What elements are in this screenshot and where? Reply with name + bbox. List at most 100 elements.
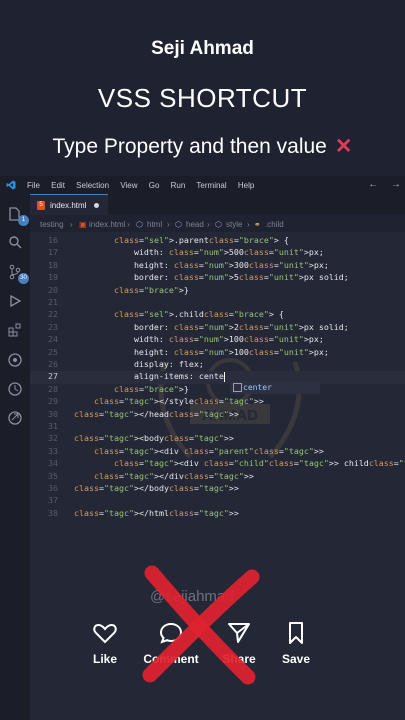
vscode-logo-icon <box>6 180 16 190</box>
line-number: 21 <box>48 297 58 307</box>
search-icon[interactable] <box>7 234 23 250</box>
tab-index-html[interactable]: 5 index.html <box>30 194 108 215</box>
code-line[interactable]: 26 display: flex; <box>30 359 405 371</box>
breadcrumb-sep: › <box>207 220 210 229</box>
save-button[interactable]: Save <box>256 620 336 666</box>
code-text: class="tagc"></bodyclass="tagc">> <box>74 483 239 493</box>
breadcrumb-style[interactable]: style <box>226 220 242 229</box>
github-icon[interactable] <box>7 352 23 368</box>
video-header: Seji Ahmad VSS SHORTCUT Type Property an… <box>0 0 405 176</box>
code-line[interactable]: 29 class="tagc"></styleclass="tagc">> <box>30 396 405 408</box>
code-text: class="tagc"><div class="parent"class="t… <box>93 445 324 456</box>
code-editor[interactable]: AHMAD 16 class="sel">.parentclass="brace… <box>30 232 405 532</box>
video-title: VSS SHORTCUT <box>97 83 308 113</box>
menu-file[interactable]: File <box>27 181 40 190</box>
code-line[interactable]: 30 class="tagc"></headclass="tagc">> <box>30 409 405 421</box>
line-number: 35 <box>48 470 58 481</box>
breadcrumb-sep: › <box>70 220 73 229</box>
activity-bar: 1 30 <box>0 194 30 720</box>
code-line[interactable]: 37 <box>30 495 405 507</box>
code-line[interactable]: 25 height: class="num">100class="unit">p… <box>30 347 405 359</box>
suggestion-widget[interactable]: center <box>230 381 320 394</box>
breadcrumb-html[interactable]: html <box>147 220 162 229</box>
breadcrumb-child[interactable]: .child <box>265 220 284 229</box>
author-name: Seji Ahmad <box>151 38 254 59</box>
line-number: 37 <box>48 495 58 506</box>
code-text: border: class="num">5class="unit">px sol… <box>74 272 349 283</box>
code-line[interactable]: 23 border: class="num">2class="unit">px … <box>30 322 405 334</box>
code-line[interactable]: 16 class="sel">.parentclass="brace"> { <box>30 235 405 247</box>
code-text: class="tagc"></headclass="tagc">> <box>74 408 239 419</box>
code-line[interactable]: 24 width: class="num">100class="unit">px… <box>30 334 405 346</box>
menu-terminal[interactable]: Terminal <box>196 181 226 190</box>
extensions-icon[interactable] <box>7 322 23 338</box>
menu-view[interactable]: View <box>120 181 137 190</box>
selector-icon: ⚭ <box>254 220 261 229</box>
code-line[interactable]: 38 class="tagc"></htmlclass="tagc">> <box>30 508 405 520</box>
code-line[interactable]: 19 border: class="num">5class="unit">px … <box>30 272 405 284</box>
line-number: 29 <box>48 396 58 407</box>
code-line[interactable]: 21 <box>30 297 405 309</box>
code-line[interactable]: 27 align-items: cente <box>30 371 405 384</box>
code-text: class="tagc"><bodyclass="tagc">> <box>74 433 234 444</box>
code-line[interactable]: 18 height: class="num">300class="unit">p… <box>30 260 405 272</box>
line-number: 25 <box>48 346 58 357</box>
share-icon <box>228 623 250 643</box>
element-icon: ⬡ <box>175 220 182 229</box>
line-number: 34 <box>48 458 58 469</box>
menu-go[interactable]: Go <box>149 181 160 190</box>
menu-help[interactable]: Help <box>238 181 254 190</box>
code-line[interactable]: 22 class="sel">.childclass="brace"> { <box>30 309 405 321</box>
save-label: Save <box>281 652 311 666</box>
line-number: 16 <box>48 235 58 245</box>
code-text: class="tagc"><div class="child"class="ta… <box>113 458 405 469</box>
forward-arrow-icon[interactable]: → <box>391 179 401 190</box>
code-line[interactable]: 28 class="brace">} <box>30 384 405 396</box>
line-number: 18 <box>48 259 58 270</box>
line-number: 22 <box>48 309 58 320</box>
code-line[interactable]: 32 class="tagc"><bodyclass="tagc">> <box>30 433 405 445</box>
menu-run[interactable]: Run <box>171 181 186 190</box>
code-line[interactable]: 31 <box>30 421 405 433</box>
code-text: class="sel">.parentclass="brace"> { <box>113 235 289 245</box>
remote-explorer-icon[interactable] <box>7 410 23 426</box>
element-icon: ⬡ <box>136 220 143 229</box>
bookmark-icon <box>289 622 303 644</box>
code-text: class="brace">} <box>113 383 189 394</box>
breadcrumb-head[interactable]: head <box>186 220 204 229</box>
code-text: align-items: cente <box>74 371 225 382</box>
breadcrumb-folder[interactable]: testing <box>40 220 64 229</box>
code-line[interactable]: 33 class="tagc"><div class="parent"class… <box>30 446 405 458</box>
line-number: 31 <box>48 421 58 431</box>
line-number: 27 <box>48 371 58 382</box>
menu-bar: File Edit Selection View Go Run Terminal… <box>0 176 405 194</box>
breadcrumb-sep: › <box>247 220 250 229</box>
html5-icon: 5 <box>37 201 45 210</box>
suggestion-label[interactable]: center <box>243 383 272 392</box>
code-line[interactable]: 20 class="brace">} <box>30 285 405 297</box>
code-line[interactable]: 35 class="tagc"></divclass="tagc">> <box>30 471 405 483</box>
line-number: 38 <box>48 507 58 518</box>
back-arrow-icon[interactable]: ← <box>368 179 378 190</box>
watermark-handle: @sejiahmad <box>150 588 234 605</box>
run-debug-icon[interactable] <box>7 293 23 309</box>
code-text: class="tagc"></styleclass="tagc">> <box>93 396 264 407</box>
code-text: class="sel">.childclass="brace"> { <box>113 309 284 320</box>
unsaved-dot-icon[interactable] <box>94 203 99 208</box>
menu-selection[interactable]: Selection <box>76 181 109 190</box>
menu-edit[interactable]: Edit <box>51 181 65 190</box>
code-line[interactable]: 17 width: class="num">500class="unit">px… <box>30 247 405 259</box>
source-control-icon[interactable]: 30 <box>7 264 29 284</box>
code-line[interactable]: 36 class="tagc"></bodyclass="tagc">> <box>30 483 405 495</box>
code-text: height: class="num">100class="unit">px; <box>74 346 329 357</box>
explorer-icon[interactable]: 1 <box>7 206 29 226</box>
timeline-icon[interactable] <box>7 381 23 397</box>
line-number: 23 <box>48 321 58 332</box>
breadcrumb-file[interactable]: index.html <box>89 220 125 229</box>
line-number: 24 <box>48 334 58 345</box>
line-number: 33 <box>48 445 58 456</box>
code-text: class="tagc"></divclass="tagc">> <box>93 470 254 481</box>
line-number: 20 <box>48 284 58 295</box>
tab-label: index.html <box>50 201 87 210</box>
code-line[interactable]: 34 class="tagc"><div class="child"class=… <box>30 458 405 470</box>
